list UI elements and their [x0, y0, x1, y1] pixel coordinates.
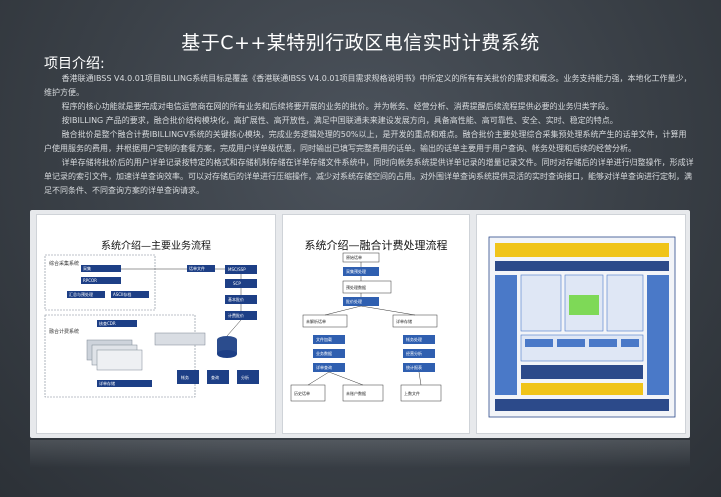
architecture-figure — [476, 214, 686, 434]
svg-text:原始话单: 原始话单 — [346, 254, 362, 260]
billing-process-figure: 系统介绍—融合计费处理流程 原始话单 采集预处理 预处理数据 批价处理 未解析话… — [282, 214, 470, 434]
svg-text:采集: 采集 — [83, 265, 91, 271]
page-title: 基于C++某特别行政区电信实时计费系统 — [181, 32, 540, 54]
svg-text:分析: 分析 — [241, 374, 249, 380]
paragraph: 按IBILLING 产品的要求，融合批价结构模块化，高扩展性、高开放性，满足中国… — [61, 116, 618, 125]
paragraph: 融合批价是整个融合计费IBILLINGV系统的关键核心模块，完成业务逻辑处理的5… — [44, 130, 687, 153]
svg-text:业务数据: 业务数据 — [316, 350, 332, 356]
svg-text:未解析话单: 未解析话单 — [306, 318, 326, 324]
billing-process-diagram: 原始话单 采集预处理 预处理数据 批价处理 未解析话单 详单存储 文件加载 帐务… — [290, 252, 442, 402]
business-flow-diagram: 综合采集系统 融合计费系统 采集 RPCOR 汇总与预处理 ASCII存档 话单… — [44, 254, 259, 398]
svg-text:汇总与预处理: 汇总与预处理 — [69, 291, 93, 297]
svg-text:采集预处理: 采集预处理 — [346, 268, 366, 274]
svg-text:综合采集系统: 综合采集系统 — [49, 260, 79, 267]
paragraph: 详单存储将批价后的用户详单记录按特定的格式和存储机制存储在详单存储文件系统中，同… — [44, 158, 694, 195]
svg-text:经营分析: 经营分析 — [406, 350, 422, 356]
architecture-diagram — [488, 236, 676, 418]
svg-text:预处理数据: 预处理数据 — [346, 284, 366, 290]
svg-text:SCP: SCP — [233, 281, 241, 286]
svg-text:详单存储: 详单存储 — [99, 380, 115, 386]
svg-text:帐务: 帐务 — [181, 374, 189, 380]
business-flow-figure: 系统介绍—主要业务流程 综合采集系统 融合计费系统 采集 RPCOR 汇总与预处… — [36, 214, 276, 434]
svg-text:未账户数据: 未账户数据 — [346, 390, 366, 396]
svg-text:RPCOR: RPCOR — [83, 278, 97, 283]
svg-text:详单存储: 详单存储 — [396, 318, 412, 324]
flow-node — [225, 279, 257, 288]
svg-text:计费批价: 计费批价 — [228, 312, 244, 318]
svg-text:查询: 查询 — [211, 374, 219, 380]
svg-text:ASCII存档: ASCII存档 — [113, 291, 131, 297]
svg-text:基本批价: 基本批价 — [228, 296, 244, 302]
side-label: 综合采集系统 — [49, 260, 79, 267]
project-description: 香港联通IBSS V4.0.01项目BILLING系统目标是覆盖《香港联通IBS… — [44, 72, 694, 198]
svg-text:批价处理: 批价处理 — [346, 298, 362, 304]
svg-text:上数文件: 上数文件 — [404, 390, 420, 396]
paragraph: 香港联通IBSS V4.0.01项目BILLING系统目标是覆盖《香港联通IBS… — [44, 74, 692, 97]
paragraph: 程序的核心功能就是要完成对电信运营商在网的所有业务和后续将要开展的业务的批价。并… — [61, 102, 614, 111]
panel-reflection — [30, 440, 690, 468]
side-label: 融合计费系统 — [49, 328, 79, 335]
svg-text:话单文件: 话单文件 — [189, 265, 205, 271]
svg-text:融合计费系统: 融合计费系统 — [49, 328, 79, 335]
svg-text:文件加载: 文件加载 — [316, 336, 332, 342]
flow-node — [154, 332, 206, 346]
svg-text:历史话单: 历史话单 — [294, 390, 310, 396]
svg-text:MSC/SSP: MSC/SSP — [228, 267, 246, 272]
section-heading: 项目介绍: — [44, 56, 105, 72]
svg-text:统计报表: 统计报表 — [406, 364, 422, 370]
svg-text:帐务处理: 帐务处理 — [406, 336, 422, 342]
svg-text:核查CDR: 核查CDR — [99, 320, 116, 326]
svg-text:详单查询: 详单查询 — [316, 364, 332, 370]
